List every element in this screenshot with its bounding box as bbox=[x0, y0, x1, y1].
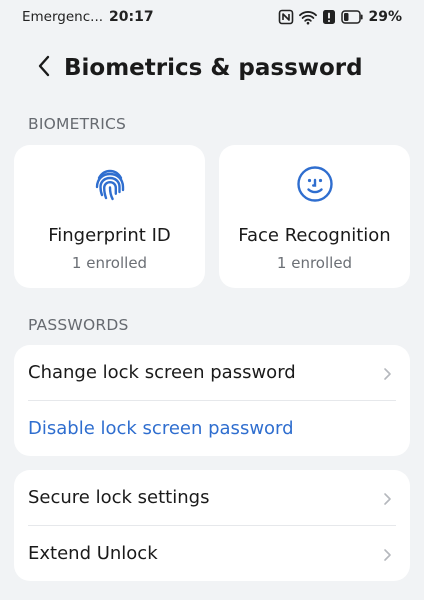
face-recognition-title: Face Recognition bbox=[238, 225, 391, 246]
extend-unlock-label: Extend Unlock bbox=[28, 543, 158, 564]
change-lock-screen-password-label: Change lock screen password bbox=[28, 362, 296, 383]
biometrics-section-label: BIOMETRICS bbox=[28, 115, 127, 133]
fingerprint-id-title: Fingerprint ID bbox=[48, 225, 171, 246]
carrier-text: Emergenc... bbox=[22, 9, 104, 25]
change-lock-screen-password-row[interactable]: Change lock screen password bbox=[14, 345, 410, 400]
chevron-right-icon bbox=[380, 491, 394, 505]
fingerprint-id-subtitle: 1 enrolled bbox=[71, 254, 148, 272]
back-button[interactable] bbox=[20, 44, 68, 92]
face-icon bbox=[296, 165, 334, 203]
nfc-icon bbox=[278, 9, 294, 25]
lock-settings-group: Secure lock settings Extend Unlock bbox=[14, 470, 410, 581]
battery-icon bbox=[341, 10, 364, 24]
wifi-icon bbox=[299, 10, 318, 25]
page-header: Biometrics & password bbox=[0, 44, 424, 92]
passwords-group: Change lock screen password Disable lock… bbox=[14, 345, 410, 456]
disable-lock-screen-password-label: Disable lock screen password bbox=[28, 418, 294, 439]
chevron-right-icon bbox=[380, 547, 394, 561]
fingerprint-icon bbox=[91, 165, 129, 203]
face-recognition-subtitle: 1 enrolled bbox=[276, 254, 353, 272]
alert-icon bbox=[322, 9, 336, 25]
status-bar: Emergenc... 20:17 29% bbox=[0, 0, 424, 34]
chevron-right-icon bbox=[380, 366, 394, 380]
status-left: Emergenc... 20:17 bbox=[22, 9, 154, 25]
back-arrow-icon bbox=[37, 55, 51, 81]
extend-unlock-row[interactable]: Extend Unlock bbox=[14, 526, 410, 581]
face-recognition-card[interactable]: Face Recognition 1 enrolled bbox=[219, 145, 410, 288]
disable-lock-screen-password-row[interactable]: Disable lock screen password bbox=[14, 401, 410, 456]
clock-time: 20:17 bbox=[109, 9, 154, 25]
secure-lock-settings-label: Secure lock settings bbox=[28, 487, 210, 508]
passwords-section-label: PASSWORDS bbox=[28, 316, 129, 334]
battery-percent: 29% bbox=[368, 9, 402, 25]
fingerprint-id-card[interactable]: Fingerprint ID 1 enrolled bbox=[14, 145, 205, 288]
secure-lock-settings-row[interactable]: Secure lock settings bbox=[14, 470, 410, 525]
status-right: 29% bbox=[278, 9, 402, 25]
page-title: Biometrics & password bbox=[64, 55, 363, 81]
